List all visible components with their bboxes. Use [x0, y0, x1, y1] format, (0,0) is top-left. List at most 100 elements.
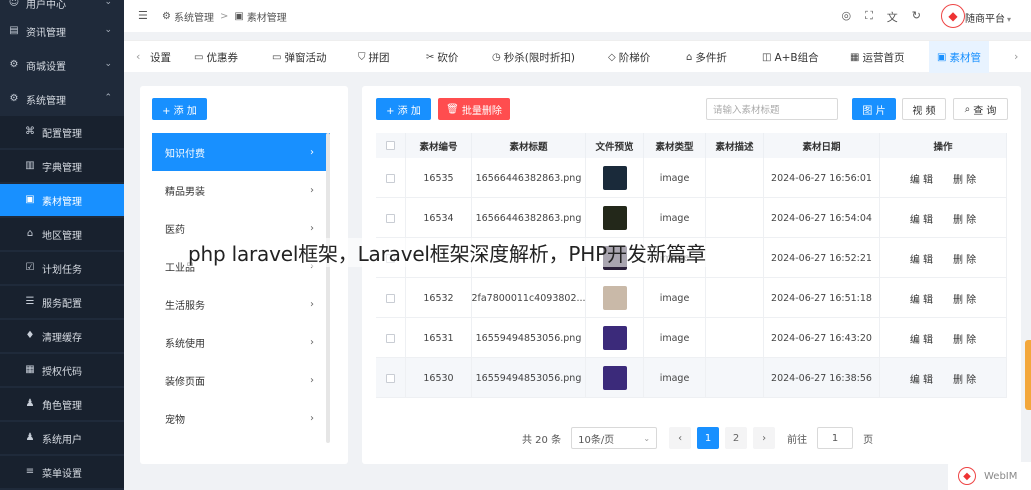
- tab-7[interactable]: ⌂ 多件折: [686, 41, 727, 73]
- sidebar-item-6[interactable]: ▣ 素材管理: [0, 184, 124, 216]
- tab-1[interactable]: ▭ 优惠券: [194, 41, 238, 73]
- tab-5[interactable]: ◷ 秒杀(限时折扣): [492, 41, 575, 73]
- category-item[interactable]: 宠物 ›: [152, 399, 330, 437]
- delete-button[interactable]: 删 除: [953, 211, 976, 226]
- edit-button[interactable]: 编 辑: [910, 371, 933, 386]
- tab-icon: ⌂: [686, 51, 693, 63]
- category-scrollbar[interactable]: [326, 133, 330, 443]
- row-checkbox[interactable]: [386, 213, 395, 223]
- sidebar-item-2[interactable]: ⚙ 商城设置 ⌄: [0, 49, 124, 81]
- query-button[interactable]: ⌕ 查 询: [953, 98, 1008, 120]
- batch-delete-button[interactable]: 🗑 批量删除: [438, 98, 510, 120]
- tab-6[interactable]: ◇ 阶梯价: [608, 41, 650, 73]
- sidebar-item-4[interactable]: ⌘ 配置管理: [0, 116, 124, 148]
- page-button-2[interactable]: 2: [725, 427, 748, 449]
- category-item[interactable]: 知识付费 ›: [152, 133, 330, 171]
- tabs-scroll-left-icon[interactable]: ‹: [136, 50, 140, 63]
- sidebar-item-14[interactable]: ≡ 菜单设置: [0, 456, 124, 488]
- fullscreen-icon[interactable]: ⛶: [865, 9, 873, 25]
- tab-2[interactable]: ▭ 弹窗活动: [272, 41, 326, 73]
- user-menu[interactable]: 随商平台 ▾: [965, 10, 1011, 25]
- top-header: ☰ ⚙ 系统管理 > ▣ 素材管理 ◎ ⛶ 文 ↻ ◆ 随商平台 ▾: [124, 0, 1031, 32]
- row-checkbox[interactable]: [386, 373, 395, 383]
- next-page-button[interactable]: ›: [753, 427, 776, 449]
- row-checkbox[interactable]: [386, 173, 395, 183]
- row-checkbox[interactable]: [386, 333, 395, 343]
- sidebar-item-5[interactable]: ▥ 字典管理: [0, 150, 124, 182]
- sidebar-item-1[interactable]: ▤ 资讯管理 ⌄: [0, 15, 124, 47]
- video-filter-button[interactable]: 视 频: [902, 98, 946, 120]
- table-row[interactable]: 16531 16559494853056.png image 2024-06-27 1…: [376, 318, 1007, 358]
- select-all-checkbox-cell[interactable]: [376, 133, 406, 158]
- category-item[interactable]: 生活服务 ›: [152, 285, 330, 323]
- add-material-button[interactable]: + 添 加: [376, 98, 431, 120]
- avatar[interactable]: ◆: [941, 4, 965, 28]
- tab-4[interactable]: ✂ 砍价: [426, 41, 458, 73]
- category-item[interactable]: 装修页面 ›: [152, 361, 330, 399]
- table-row[interactable]: 16530 16559494853056.png image 2024-06-27 1…: [376, 358, 1007, 398]
- sidebar-item-label: 角色管理: [42, 400, 82, 412]
- material-id: 16532: [406, 278, 472, 318]
- search-input[interactable]: 请输入素材标题: [706, 98, 838, 120]
- image-filter-button[interactable]: 图 片: [852, 98, 896, 120]
- sidebar-item-13[interactable]: ♟ 系统用户: [0, 422, 124, 454]
- chevron-right-icon: ›: [310, 336, 314, 348]
- delete-button[interactable]: 删 除: [953, 251, 976, 266]
- row-checkbox-cell[interactable]: [376, 278, 406, 318]
- tab-0[interactable]: 设置: [150, 41, 171, 73]
- row-checkbox-cell[interactable]: [376, 318, 406, 358]
- delete-button[interactable]: 删 除: [953, 291, 976, 306]
- tab-3[interactable]: ⛉ 拼团: [358, 41, 390, 73]
- side-handle[interactable]: [1025, 340, 1031, 410]
- table-row[interactable]: 16532 2fa7800011c4093802... image 2024-06-2…: [376, 278, 1007, 318]
- tabs-scroll-right-icon[interactable]: ›: [1014, 50, 1018, 63]
- sidebar-item-3[interactable]: ⚙ 系统管理 ⌃: [0, 83, 124, 115]
- delete-button[interactable]: 删 除: [953, 171, 976, 186]
- category-add-button[interactable]: + 添 加: [152, 98, 207, 120]
- sidebar-item-9[interactable]: ☰ 服务配置: [0, 286, 124, 318]
- preview-thumbnail[interactable]: [602, 326, 627, 350]
- material-type: image: [644, 198, 706, 238]
- goto-page-input[interactable]: 1: [817, 427, 854, 449]
- sidebar-item-8[interactable]: ☑ 计划任务: [0, 252, 124, 284]
- edit-button[interactable]: 编 辑: [910, 171, 933, 186]
- table-row[interactable]: 16535 16566446382863.png image 2024-06-27 1…: [376, 158, 1007, 198]
- tab-10[interactable]: ▣ 素材管: [929, 41, 989, 73]
- tab-icon: ▣: [937, 51, 947, 63]
- table-row[interactable]: 16534 16566446382863.png image 2024-06-27 1…: [376, 198, 1007, 238]
- preview-thumbnail[interactable]: [602, 286, 627, 310]
- row-checkbox-cell[interactable]: [376, 198, 406, 238]
- preview-thumbnail[interactable]: [602, 166, 627, 190]
- total-count: 共 20 条: [522, 434, 562, 446]
- tab-8[interactable]: ◫ A+B组合: [762, 41, 819, 73]
- row-checkbox-cell[interactable]: [376, 158, 406, 198]
- page-size-select[interactable]: 10条/页 ⌄: [571, 427, 658, 449]
- collapse-menu-icon[interactable]: ☰: [138, 9, 148, 22]
- tab-9[interactable]: ▦ 运营首页: [850, 41, 904, 73]
- translate-icon[interactable]: 文: [887, 9, 898, 25]
- category-item[interactable]: 系统使用 ›: [152, 323, 330, 361]
- breadcrumb-item-material: 素材管理: [246, 13, 287, 24]
- sidebar-item-10[interactable]: ♦ 清理缓存: [0, 320, 124, 352]
- page-button-1[interactable]: 1: [697, 427, 720, 449]
- bell-icon[interactable]: ◎: [841, 9, 851, 25]
- refresh-icon[interactable]: ↻: [912, 9, 921, 25]
- edit-button[interactable]: 编 辑: [910, 211, 933, 226]
- delete-button[interactable]: 删 除: [953, 371, 976, 386]
- category-item[interactable]: 精品男装 ›: [152, 171, 330, 209]
- sidebar-item-7[interactable]: ⌂ 地区管理: [0, 218, 124, 250]
- row-checkbox-cell[interactable]: [376, 358, 406, 398]
- delete-button[interactable]: 删 除: [953, 331, 976, 346]
- breadcrumb: ⚙ 系统管理 > ▣ 素材管理: [162, 9, 287, 24]
- row-checkbox[interactable]: [386, 293, 395, 303]
- select-all-checkbox[interactable]: [386, 141, 395, 150]
- sidebar-item-11[interactable]: ▦ 授权代码: [0, 354, 124, 386]
- edit-button[interactable]: 编 辑: [910, 291, 933, 306]
- edit-button[interactable]: 编 辑: [910, 251, 933, 266]
- edit-button[interactable]: 编 辑: [910, 331, 933, 346]
- breadcrumb-item-system[interactable]: 系统管理: [174, 9, 214, 24]
- preview-thumbnail[interactable]: [602, 366, 627, 390]
- sidebar-item-12[interactable]: ♟ 角色管理: [0, 388, 124, 420]
- prev-page-button[interactable]: ‹: [669, 427, 692, 449]
- preview-thumbnail[interactable]: [602, 206, 627, 230]
